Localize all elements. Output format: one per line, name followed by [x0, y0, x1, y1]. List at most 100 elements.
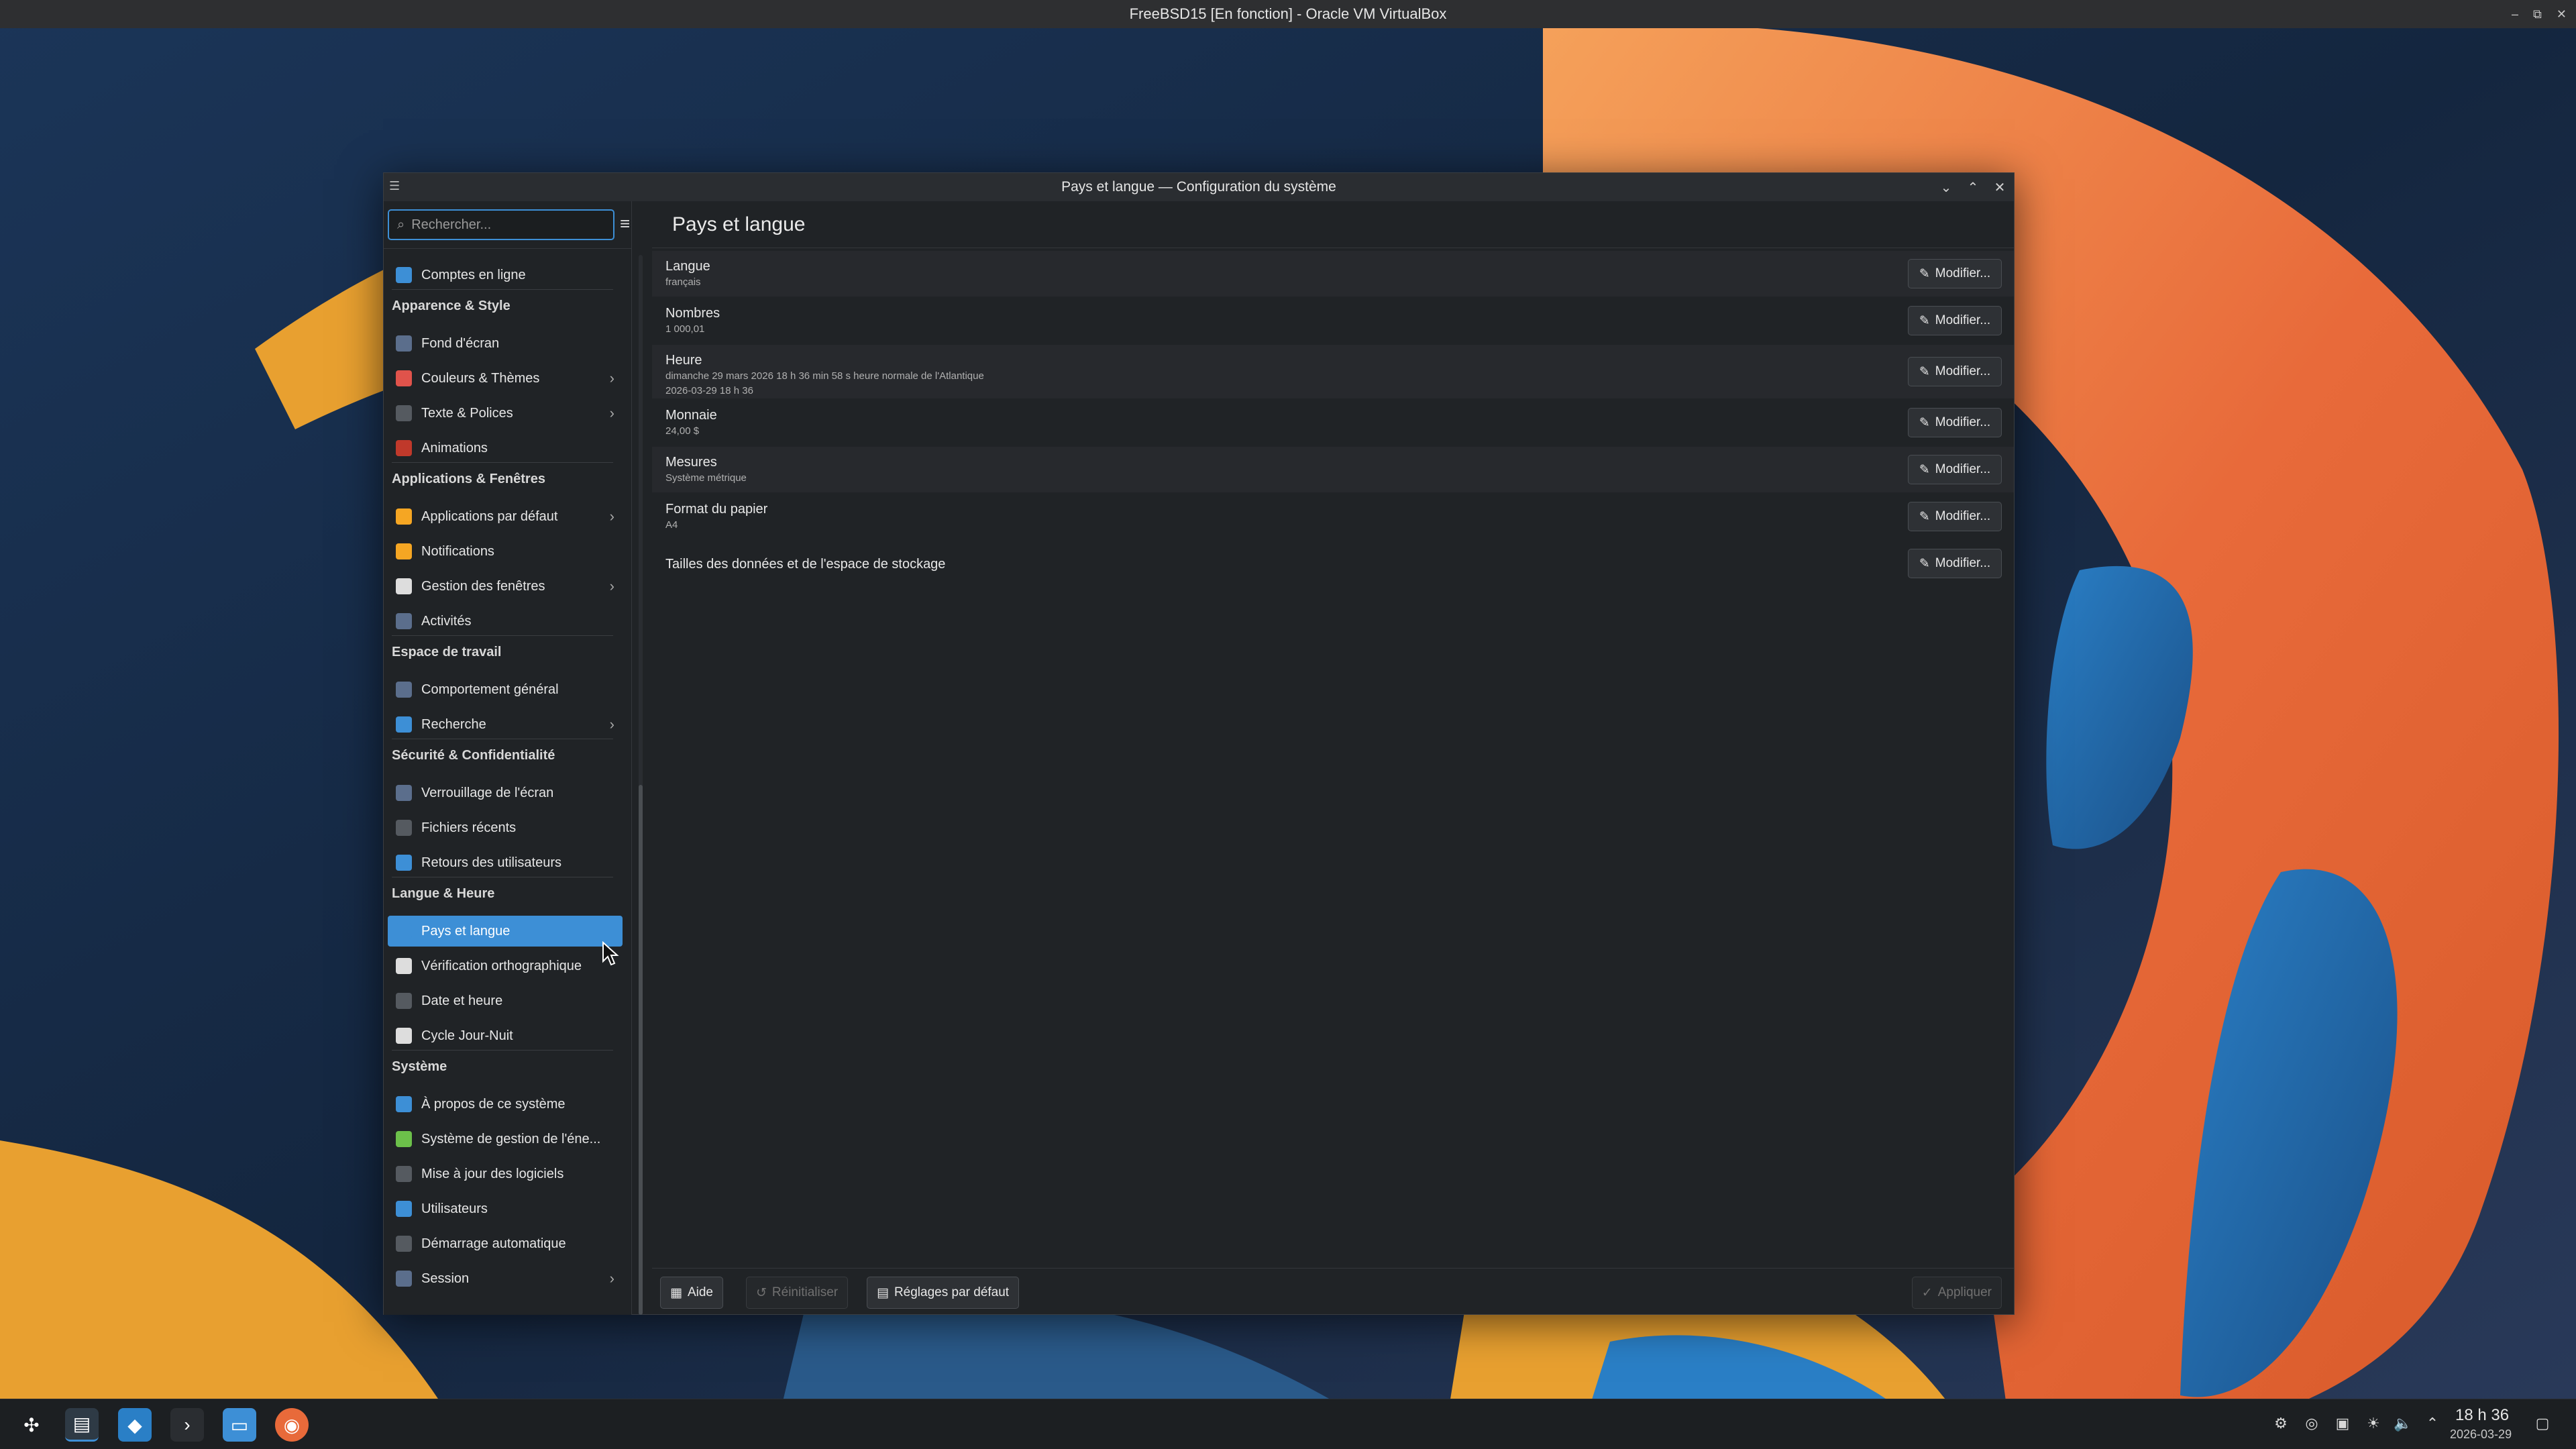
apply-button[interactable]: ✓ Appliquer: [1911, 1277, 2002, 1309]
sidebar-item[interactable]: Utilisateurs: [388, 1193, 623, 1224]
sidebar-item[interactable]: Vérification orthographique: [388, 951, 623, 981]
modify-button[interactable]: ✎ Modifier...: [1908, 259, 2002, 288]
file-manager-icon[interactable]: ▭: [223, 1408, 256, 1442]
sidebar-item-label: Vérification orthographique: [421, 958, 582, 973]
clock-time[interactable]: 18 h 36: [2455, 1406, 2509, 1425]
modify-button[interactable]: ✎ Modifier...: [1908, 306, 2002, 335]
sidebar-item[interactable]: Comportement général: [388, 674, 623, 705]
firefox-icon[interactable]: ◉: [275, 1408, 309, 1442]
sidebar-item[interactable]: Couleurs & Thèmes ›: [388, 363, 623, 394]
font-icon: [396, 405, 412, 421]
sidebar-section-header: Langue & Heure: [392, 886, 495, 901]
lock-screen-icon: [396, 785, 412, 801]
row-value: dimanche 29 mars 2026 18 h 36 min 58 s h…: [665, 370, 984, 382]
minimize-icon[interactable]: ⌄: [1939, 180, 1953, 195]
sidebar-divider: [392, 462, 613, 463]
sidebar-item[interactable]: Recherche ›: [388, 709, 623, 740]
window-menu-icon[interactable]: ☰: [389, 179, 405, 194]
sidebar-item[interactable]: Activités: [388, 606, 623, 637]
modify-button[interactable]: ✎ Modifier...: [1908, 455, 2002, 484]
sidebar-item[interactable]: Texte & Polices ›: [388, 398, 623, 429]
modify-button[interactable]: ✎ Modifier...: [1908, 357, 2002, 386]
host-restore-icon[interactable]: ⧉: [2533, 7, 2542, 21]
modify-button-label: Modifier...: [1935, 364, 1991, 378]
sidebar-item[interactable]: Notifications: [388, 536, 623, 567]
modify-button[interactable]: ✎ Modifier...: [1908, 408, 2002, 437]
sidebar-section-header: Système: [392, 1059, 447, 1074]
sidebar-item[interactable]: À propos de ce système: [388, 1089, 623, 1120]
sidebar-item[interactable]: Retours des utilisateurs: [388, 847, 623, 878]
vpn-tray-icon[interactable]: ◎: [2302, 1414, 2321, 1433]
host-close-icon[interactable]: ✕: [2557, 7, 2567, 21]
chevron-right-icon: ›: [609, 578, 614, 594]
brightness-tray-icon[interactable]: ☀: [2364, 1414, 2383, 1433]
search-input[interactable]: ⌕ Rechercher...: [388, 209, 614, 240]
sidebar-section-header: Espace de travail: [392, 645, 502, 659]
globe-icon: [396, 267, 412, 283]
sidebar-item-label: Gestion des fenêtres: [421, 578, 545, 594]
row-label: Nombres: [665, 306, 720, 321]
sidebar-item[interactable]: Comptes en ligne: [388, 260, 623, 290]
sidebar-scroll-thumb[interactable]: [639, 785, 643, 1315]
sidebar-scrollbar[interactable]: [639, 255, 643, 1315]
hamburger-menu-icon[interactable]: ≡: [620, 215, 637, 232]
chevron-right-icon: ›: [609, 716, 614, 733]
sidebar-list: Comptes en ligne Apparence & Style Fond d'…: [384, 248, 632, 1315]
system-settings-taskbar-icon[interactable]: ▤: [65, 1408, 99, 1442]
sidebar-item[interactable]: Verrouillage de l'écran: [388, 777, 623, 808]
sidebar-item-label: Couleurs & Thèmes: [421, 370, 540, 386]
clock-date[interactable]: 2026-03-29: [2450, 1428, 2512, 1442]
sidebar-item-label: Utilisateurs: [421, 1201, 488, 1216]
maximize-icon[interactable]: ⌃: [1966, 180, 1980, 195]
close-icon[interactable]: ✕: [1992, 180, 2007, 195]
sidebar-item[interactable]: Système de gestion de l'éne...: [388, 1124, 623, 1155]
recent-icon: [396, 820, 412, 836]
edit-icon: ✎: [1919, 509, 1930, 524]
settings-row: Tailles des données et de l'espace de st…: [652, 541, 2014, 586]
clipboard-tray-icon[interactable]: ▣: [2333, 1414, 2352, 1433]
reset-icon: ↺: [756, 1285, 767, 1300]
sidebar-item[interactable]: Mise à jour des logiciels: [388, 1159, 623, 1189]
sidebar-item[interactable]: Fichiers récents: [388, 812, 623, 843]
terminal-icon[interactable]: ›: [170, 1408, 204, 1442]
reset-button[interactable]: ↺ Réinitialiser: [746, 1277, 849, 1309]
modify-button-label: Modifier...: [1935, 266, 1991, 280]
network-tray-icon[interactable]: ⚙: [2271, 1414, 2290, 1433]
sidebar-item[interactable]: Session ›: [388, 1263, 623, 1294]
animation-icon: [396, 440, 412, 456]
modify-button-label: Modifier...: [1935, 509, 1991, 523]
sidebar-section-header: Applications & Fenêtres: [392, 472, 545, 486]
sidebar-item-label: Activités: [421, 613, 472, 629]
update-icon: [396, 1166, 412, 1182]
sidebar-item[interactable]: Pays et langue: [388, 916, 623, 947]
modify-button[interactable]: ✎ Modifier...: [1908, 502, 2002, 531]
sidebar-item-label: Date et heure: [421, 993, 503, 1008]
sidebar-item[interactable]: Date et heure: [388, 985, 623, 1016]
window-titlebar[interactable]: ☰ Pays et langue — Configuration du syst…: [384, 173, 2014, 201]
session-icon: [396, 1271, 412, 1287]
sidebar-item-label: Cycle Jour-Nuit: [421, 1028, 513, 1043]
host-minimize-icon[interactable]: –: [2512, 7, 2518, 21]
app-launcher-icon[interactable]: ✣: [15, 1408, 48, 1442]
discover-store-icon[interactable]: ◆: [118, 1408, 152, 1442]
tray-expand-icon[interactable]: ⌃: [2423, 1414, 2442, 1433]
edit-icon: ✎: [1919, 556, 1930, 571]
sidebar-item[interactable]: Fond d'écran: [388, 328, 623, 359]
sidebar-item[interactable]: Animations: [388, 433, 623, 464]
sidebar-item[interactable]: Applications par défaut ›: [388, 501, 623, 532]
spellcheck-icon: [396, 958, 412, 974]
sidebar-item[interactable]: Cycle Jour-Nuit: [388, 1020, 623, 1051]
help-button[interactable]: ▦ Aide: [660, 1277, 723, 1309]
sidebar-item[interactable]: Gestion des fenêtres ›: [388, 571, 623, 602]
sidebar-item[interactable]: Démarrage automatique: [388, 1228, 623, 1259]
row-label: Mesures: [665, 455, 717, 470]
sidebar-item-label: Fond d'écran: [421, 335, 500, 351]
sidebar-item-label: Démarrage automatique: [421, 1236, 566, 1251]
apply-label: Appliquer: [1937, 1285, 1992, 1299]
volume-tray-icon[interactable]: 🔈: [2394, 1414, 2412, 1433]
defaults-button[interactable]: ▤ Réglages par défaut: [867, 1277, 1020, 1309]
modify-button[interactable]: ✎ Modifier...: [1908, 549, 2002, 578]
page-title: Pays et langue: [672, 213, 806, 235]
show-desktop-icon[interactable]: ▢: [2533, 1414, 2552, 1433]
chevron-right-icon: ›: [609, 370, 614, 386]
